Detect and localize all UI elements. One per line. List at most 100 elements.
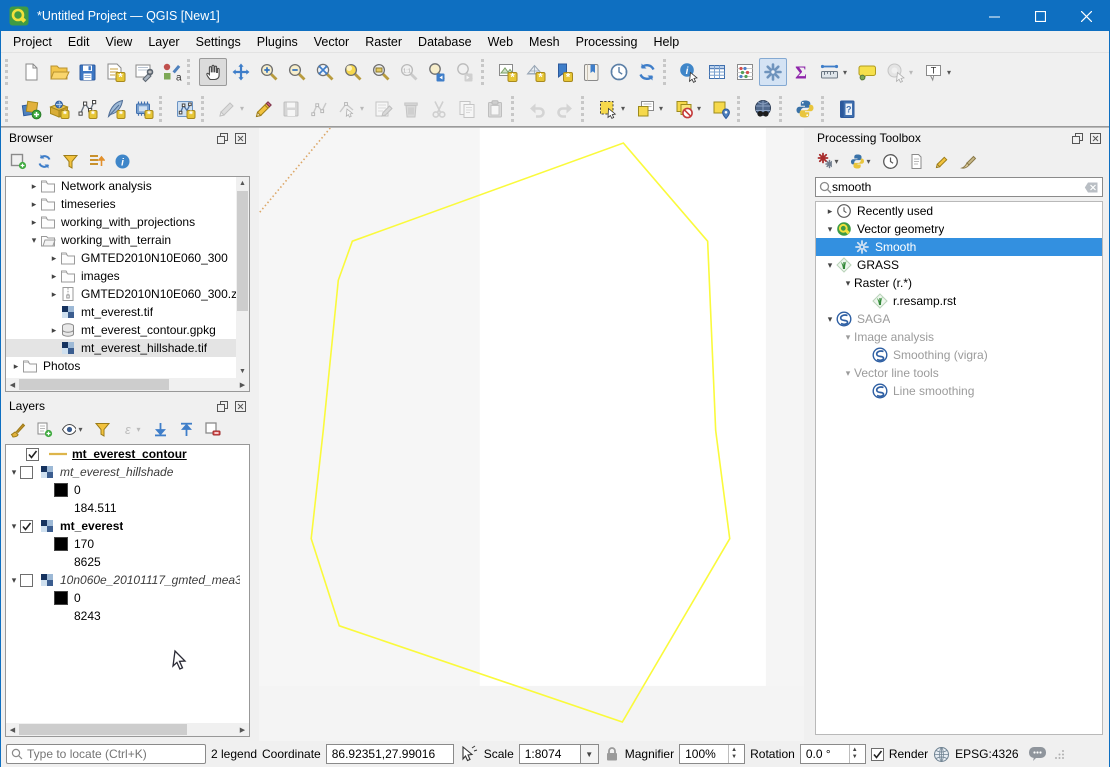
locator-input[interactable] [27, 747, 201, 761]
toolbox-actions-button[interactable]: ▾ [817, 152, 841, 170]
python-scripts-dropdown-arrow[interactable]: ▾ [864, 157, 873, 166]
new-spatialite-layer-button[interactable]: * [101, 95, 129, 123]
filter-legend-button[interactable] [93, 420, 111, 438]
python-scripts-button[interactable]: ▾ [849, 152, 873, 170]
layers-close-button[interactable] [233, 399, 248, 413]
spin-down-arrow[interactable]: ▼ [852, 754, 858, 761]
maximize-button[interactable] [1017, 1, 1063, 31]
show-statistics-button[interactable]: Σ [787, 58, 815, 86]
menu-database[interactable]: Database [410, 31, 480, 52]
menu-help[interactable]: Help [645, 31, 687, 52]
processing-item-image-analysis[interactable]: ▾Image analysis [816, 328, 1102, 346]
expander-collapsed-icon[interactable]: ▸ [824, 202, 836, 220]
add-selected-layers-button[interactable] [9, 152, 27, 170]
pan-map-button[interactable] [199, 58, 227, 86]
new-map-view-button[interactable]: * [493, 58, 521, 86]
expander-expanded-icon[interactable]: ▾ [824, 310, 836, 328]
browser-close-button[interactable] [233, 131, 248, 145]
magnifier-spinner[interactable]: ▲▼ [728, 745, 739, 763]
python-console-button[interactable] [791, 95, 819, 123]
select-by-form-button[interactable]: ▾ [631, 95, 669, 123]
browser-item-network-analysis[interactable]: ▸Network analysis [6, 177, 236, 195]
scroll-right-arrow[interactable]: ▶ [236, 723, 249, 736]
processing-item-grass[interactable]: ▾GRASS [816, 256, 1102, 274]
expander-expanded-icon[interactable]: ▾ [28, 231, 40, 249]
style-manager-button[interactable]: a [157, 58, 185, 86]
new-print-layout-button[interactable]: * [101, 58, 129, 86]
layer-checkbox-checked[interactable] [26, 448, 39, 461]
measure-dropdown-arrow[interactable]: ▾ [841, 68, 850, 77]
expander-expanded-icon[interactable]: ▾ [842, 274, 854, 292]
processing-options-button[interactable] [959, 152, 977, 170]
expander-expanded-icon[interactable]: ▾ [8, 517, 20, 535]
close-button[interactable] [1063, 1, 1109, 31]
resize-grip[interactable] [1055, 749, 1065, 759]
spin-down-arrow[interactable]: ▼ [731, 754, 737, 761]
expander-expanded-icon[interactable]: ▾ [824, 220, 836, 238]
processing-item-vector-line-tools[interactable]: ▾Vector line tools [816, 364, 1102, 382]
zoom-out-button[interactable] [283, 58, 311, 86]
lock-icon[interactable] [604, 746, 620, 762]
processing-item-r-resamp-rst[interactable]: r.resamp.rst [816, 292, 1102, 310]
toolbar-grip[interactable] [5, 96, 13, 122]
open-project-button[interactable] [45, 58, 73, 86]
scroll-up-arrow[interactable]: ▲ [236, 177, 249, 190]
zoom-native-button[interactable]: 1:1 [395, 58, 423, 86]
processing-item-saga[interactable]: ▾SAGA [816, 310, 1102, 328]
expander-collapsed-icon[interactable]: ▸ [10, 357, 22, 375]
toggle-editing-button[interactable] [249, 95, 277, 123]
data-source-manager-button[interactable] [17, 95, 45, 123]
browser-item-mt-everest-contour-gpkg[interactable]: ▸mt_everest_contour.gpkg [6, 321, 236, 339]
map-canvas[interactable] [259, 128, 804, 741]
layer-item-mt-everest[interactable]: ▾ mt_everest [6, 517, 249, 535]
processing-search-box[interactable] [815, 177, 1103, 197]
menu-plugins[interactable]: Plugins [249, 31, 306, 52]
expander-collapsed-icon[interactable]: ▸ [28, 177, 40, 195]
toolbar-grip[interactable] [821, 96, 829, 122]
browser-item-timeseries[interactable]: ▸timeseries [6, 195, 236, 213]
magnifier-box[interactable]: ▲▼ [679, 744, 745, 764]
scrollbar-thumb[interactable] [237, 191, 248, 311]
toolbar-grip[interactable] [159, 96, 167, 122]
scroll-down-arrow[interactable]: ▼ [236, 365, 249, 378]
browser-item-mt-everest-hillshade-tif[interactable]: mt_everest_hillshade.tif [6, 339, 236, 357]
menu-project[interactable]: Project [5, 31, 60, 52]
toolbar-grip[interactable] [663, 59, 671, 85]
processing-item-smoothing-vigra[interactable]: Smoothing (vigra) [816, 346, 1102, 364]
toolbar-grip[interactable] [779, 96, 787, 122]
processing-item-vector-geometry[interactable]: ▾Vector geometry [816, 220, 1102, 238]
expander-collapsed-icon[interactable]: ▸ [48, 285, 60, 303]
expander-expanded-icon[interactable]: ▾ [842, 364, 854, 382]
new-3d-map-view-button[interactable]: * [521, 58, 549, 86]
browser-item-gmted-zip[interactable]: ▸GMTED2010N10E060_300.zip [6, 285, 236, 303]
redo-button[interactable] [551, 95, 579, 123]
refresh-button[interactable] [633, 58, 661, 86]
browser-item-gmted-folder[interactable]: ▸GMTED2010N10E060_300 [6, 249, 236, 267]
expander-collapsed-icon[interactable]: ▸ [28, 195, 40, 213]
statistical-summary-button[interactable] [731, 58, 759, 86]
metasearch-button[interactable] [749, 95, 777, 123]
rotation-spinner[interactable]: ▲▼ [849, 745, 860, 763]
browser-horizontal-scrollbar[interactable]: ◀ ▶ [6, 378, 249, 391]
crs-globe-icon[interactable] [933, 746, 950, 763]
select-features-button[interactable]: ▾ [593, 95, 631, 123]
minimize-button[interactable] [971, 1, 1017, 31]
map-tips-button[interactable] [853, 58, 881, 86]
remove-layer-button[interactable] [203, 420, 221, 438]
layers-horizontal-scrollbar[interactable]: ◀ ▶ [6, 723, 249, 736]
processing-search-input[interactable] [832, 180, 1084, 194]
zoom-full-button[interactable] [311, 58, 339, 86]
expander-expanded-icon[interactable]: ▾ [842, 328, 854, 346]
coordinate-input[interactable] [332, 747, 448, 761]
rotation-box[interactable]: ▲▼ [800, 744, 866, 764]
layer-checkbox-unchecked[interactable] [20, 574, 33, 587]
filter-browser-button[interactable] [61, 152, 79, 170]
scale-value-box[interactable] [519, 744, 581, 764]
expander-expanded-icon[interactable]: ▾ [8, 571, 20, 589]
spin-up-arrow[interactable]: ▲ [731, 747, 737, 754]
show-spatial-bookmarks-button[interactable] [577, 58, 605, 86]
browser-item-images[interactable]: ▸images [6, 267, 236, 285]
browser-float-button[interactable] [215, 131, 230, 145]
layers-float-button[interactable] [215, 399, 230, 413]
text-annotation-button[interactable]: T▾ [919, 58, 957, 86]
